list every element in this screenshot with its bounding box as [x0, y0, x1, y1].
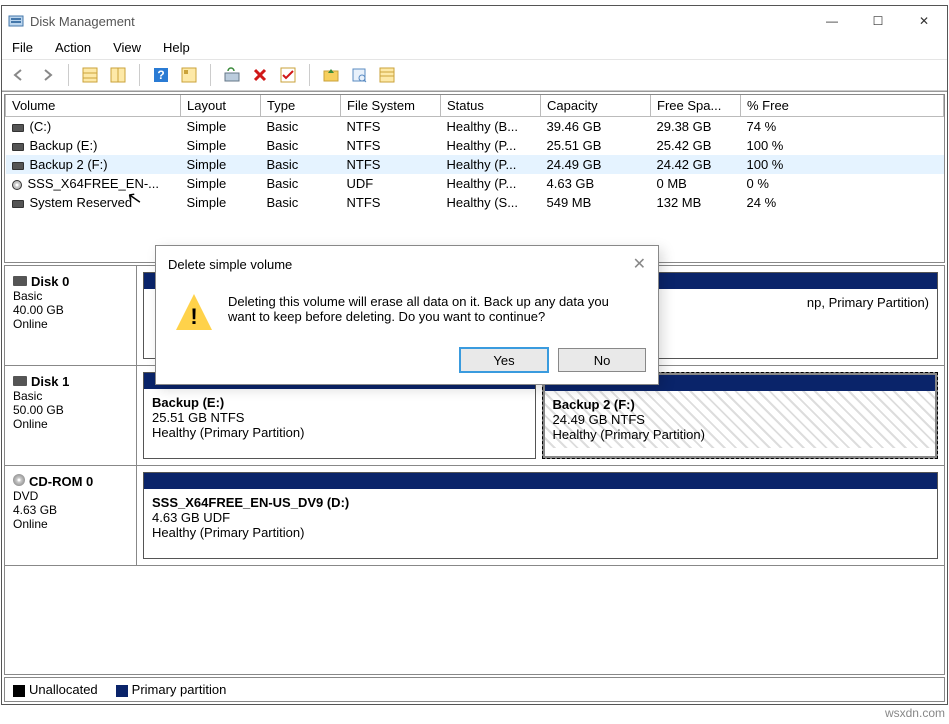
col-free[interactable]: Free Spa... [651, 95, 741, 117]
partition-color-bar [144, 473, 937, 489]
menu-help[interactable]: Help [163, 40, 190, 55]
disk-info: Disk 0Basic40.00 GBOnline [5, 266, 137, 365]
volume-row[interactable]: (C:)SimpleBasicNTFSHealthy (B...39.46 GB… [6, 117, 944, 137]
col-capacity[interactable]: Capacity [541, 95, 651, 117]
col-type[interactable]: Type [261, 95, 341, 117]
maximize-button[interactable]: ☐ [855, 6, 901, 36]
col-fs[interactable]: File System [341, 95, 441, 117]
disk-icon [13, 276, 27, 286]
dialog-no-button[interactable]: No [558, 348, 646, 372]
dialog-close-button[interactable]: ✕ [633, 254, 646, 274]
dialog-message: Deleting this volume will erase all data… [228, 294, 638, 330]
cd-icon [12, 180, 22, 190]
content-area: Volume Layout Type File System Status Ca… [2, 91, 947, 704]
partition[interactable]: Backup (E:)25.51 GB NTFSHealthy (Primary… [143, 372, 536, 459]
legend: Unallocated Primary partition [4, 677, 945, 702]
disk-icon [13, 376, 27, 386]
app-icon [8, 13, 24, 29]
menubar: File Action View Help [2, 36, 947, 60]
legend-swatch-primary [116, 685, 128, 697]
folder-up-icon[interactable] [320, 64, 342, 86]
menu-action[interactable]: Action [55, 40, 91, 55]
disk-icon [12, 143, 24, 151]
close-button[interactable]: ✕ [901, 6, 947, 36]
toolbar-icon-detail[interactable] [178, 64, 200, 86]
volume-row[interactable]: System ReservedSimpleBasicNTFSHealthy (S… [6, 193, 944, 212]
window-title: Disk Management [30, 14, 135, 29]
volume-list: Volume Layout Type File System Status Ca… [4, 94, 945, 263]
delete-volume-dialog: Delete simple volume ✕ ! Deleting this v… [155, 245, 659, 385]
watermark: wsxdn.com [885, 706, 945, 720]
disk-row: CD-ROM 0DVD4.63 GBOnlineSSS_X64FREE_EN-U… [5, 466, 944, 566]
properties-icon[interactable] [348, 64, 370, 86]
disk-icon [12, 162, 24, 170]
toolbar: ? [2, 60, 947, 91]
nav-forward-button[interactable] [36, 64, 58, 86]
volume-row[interactable]: Backup 2 (F:)SimpleBasicNTFSHealthy (P..… [6, 155, 944, 174]
disk-info: Disk 1Basic50.00 GBOnline [5, 366, 137, 465]
check-icon[interactable] [277, 64, 299, 86]
titlebar[interactable]: Disk Management — ☐ ✕ [2, 6, 947, 36]
cd-icon [13, 474, 25, 486]
delete-icon[interactable] [249, 64, 271, 86]
col-status[interactable]: Status [441, 95, 541, 117]
legend-swatch-unallocated [13, 685, 25, 697]
refresh-icon[interactable] [221, 64, 243, 86]
legend-unallocated: Unallocated [29, 682, 98, 697]
help-icon[interactable]: ? [150, 64, 172, 86]
col-pct[interactable]: % Free [741, 95, 944, 117]
menu-view[interactable]: View [113, 40, 141, 55]
partition[interactable]: Backup 2 (F:)24.49 GB NTFSHealthy (Prima… [542, 372, 939, 459]
volume-row[interactable]: SSS_X64FREE_EN-...SimpleBasicUDFHealthy … [6, 174, 944, 193]
dialog-title: Delete simple volume [168, 257, 292, 272]
toolbar-icon-list[interactable] [107, 64, 129, 86]
legend-primary: Primary partition [132, 682, 227, 697]
minimize-button[interactable]: — [809, 6, 855, 36]
disk-partitions: SSS_X64FREE_EN-US_DV9 (D:)4.63 GB UDFHea… [137, 466, 944, 565]
volume-row[interactable]: Backup (E:)SimpleBasicNTFSHealthy (P...2… [6, 136, 944, 155]
disk-info: CD-ROM 0DVD4.63 GBOnline [5, 466, 137, 565]
warning-icon: ! [176, 294, 212, 330]
nav-back-button[interactable] [8, 64, 30, 86]
volume-header-row[interactable]: Volume Layout Type File System Status Ca… [6, 95, 944, 117]
col-volume[interactable]: Volume [6, 95, 181, 117]
col-layout[interactable]: Layout [181, 95, 261, 117]
menu-file[interactable]: File [12, 40, 33, 55]
disk-icon [12, 200, 24, 208]
toolbar-icon-table[interactable] [79, 64, 101, 86]
view-icon[interactable] [376, 64, 398, 86]
partition[interactable]: SSS_X64FREE_EN-US_DV9 (D:)4.63 GB UDFHea… [143, 472, 938, 559]
disk-icon [12, 124, 24, 132]
svg-text:?: ? [157, 68, 164, 82]
dialog-yes-button[interactable]: Yes [460, 348, 548, 372]
